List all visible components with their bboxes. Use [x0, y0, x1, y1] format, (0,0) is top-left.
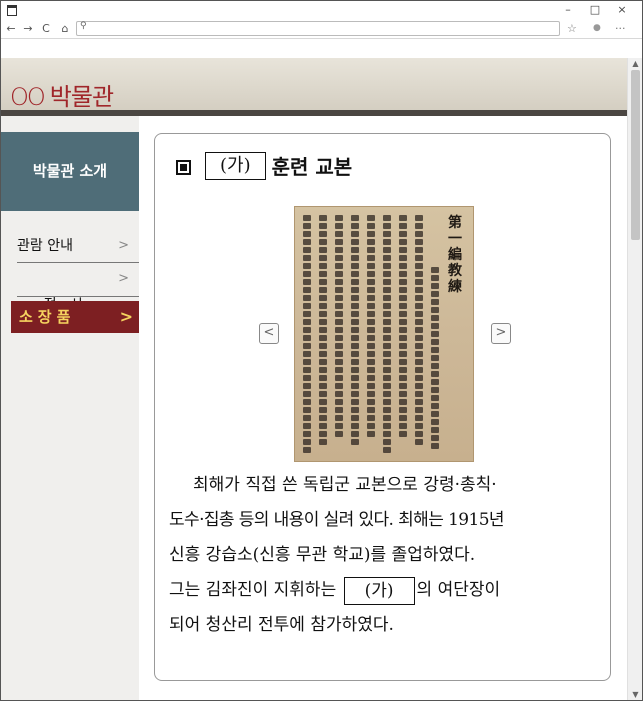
artifact-image: 第一編 教練 — [294, 206, 474, 462]
home-icon[interactable]: ⌂ — [58, 19, 72, 38]
page-title: (가) 훈련 교본 — [176, 151, 353, 180]
sidebar-item-collection[interactable]: 소장품 > — [11, 301, 139, 333]
address-bar[interactable]: ⚲ — [76, 21, 560, 36]
sidebar-divider — [17, 296, 139, 297]
favorites-icon[interactable]: ☆ — [567, 19, 577, 38]
menu-icon[interactable]: ··· — [615, 19, 626, 38]
search-icon: ⚲ — [80, 21, 87, 31]
sidebar-item-visit-info[interactable]: 관람 안내 > — [17, 233, 139, 259]
chevron-right-icon: > — [118, 238, 129, 253]
sidebar-item-exhibition[interactable]: 전 시 > — [17, 266, 139, 313]
sidebar-heading: 박물관 소개 — [1, 132, 139, 211]
forward-icon[interactable]: → — [21, 19, 35, 38]
browser-toolbar: ← → C ⌂ ⚲ ☆ ● ··· — [1, 19, 642, 39]
scroll-down-icon[interactable]: ▼ — [630, 690, 641, 699]
chevron-right-icon: > — [119, 307, 133, 326]
window-icon — [7, 5, 17, 16]
sidebar: 박물관 소개 관람 안내 > 전 시 > 소장품 > — [1, 116, 139, 700]
site-header: OO 박물관 — [1, 58, 627, 116]
browser-window: – □ × ← → C ⌂ ⚲ ☆ ● ··· OO 박물관 박물관 소개 관람 … — [0, 0, 643, 701]
sidebar-item-label: 소장품 — [19, 308, 76, 326]
close-button[interactable]: × — [612, 1, 632, 19]
description-paragraph: 최해가 직접 쓴 독립군 교본으로 강령·총칙· 도수·집총 등의 내용이 실려… — [169, 468, 596, 643]
sidebar-item-label: 관람 안내 — [17, 238, 73, 254]
minimize-button[interactable]: – — [558, 1, 578, 19]
reload-icon[interactable]: C — [39, 19, 53, 38]
description-line: 최해가 직접 쓴 독립군 교본으로 강령·총칙· — [193, 475, 497, 495]
description-line: 그는 김좌진이 지휘하는 (가) 의 여단장이 — [169, 573, 596, 608]
title-bar: – □ × — [1, 1, 642, 19]
back-icon[interactable]: ← — [4, 19, 18, 38]
profile-icon[interactable]: ● — [593, 19, 601, 38]
scroll-up-icon[interactable]: ▲ — [630, 59, 641, 68]
description-text: 그는 김좌진이 지휘하는 — [169, 580, 337, 600]
book-title-text: 第一編 教練 — [448, 215, 462, 295]
title-blank-box: (가) — [205, 151, 266, 180]
content-panel: (가) 훈련 교본 第一編 教練 < > 최해가 직접 쓴 독립군 교본으로 강령… — [154, 133, 611, 681]
page-scrollbar[interactable]: ▲ ▼ — [627, 58, 642, 700]
site-logo[interactable]: OO 박물관 — [10, 77, 114, 112]
maximize-button[interactable]: □ — [585, 1, 605, 19]
inline-blank-box: (가) — [343, 576, 415, 605]
logo-text: 박물관 — [49, 83, 114, 111]
scroll-thumb[interactable] — [631, 70, 640, 240]
logo-circles: OO — [10, 83, 46, 111]
carousel-next-button[interactable]: > — [491, 323, 511, 344]
description-line: 되어 청산리 전투에 참가하였다. — [169, 615, 394, 635]
chevron-right-icon: > — [118, 271, 129, 286]
carousel-prev-button[interactable]: < — [259, 323, 279, 344]
description-line: 도수·집총 등의 내용이 실려 있다. 최해는 1915년 — [169, 510, 505, 530]
square-bullet-icon — [176, 160, 191, 175]
description-line: 신흥 강습소(신흥 무관 학교)를 졸업하였다. — [169, 545, 476, 565]
sidebar-divider — [17, 262, 139, 263]
description-text: 의 여단장이 — [416, 580, 501, 600]
title-text: 훈련 교본 — [271, 155, 353, 179]
